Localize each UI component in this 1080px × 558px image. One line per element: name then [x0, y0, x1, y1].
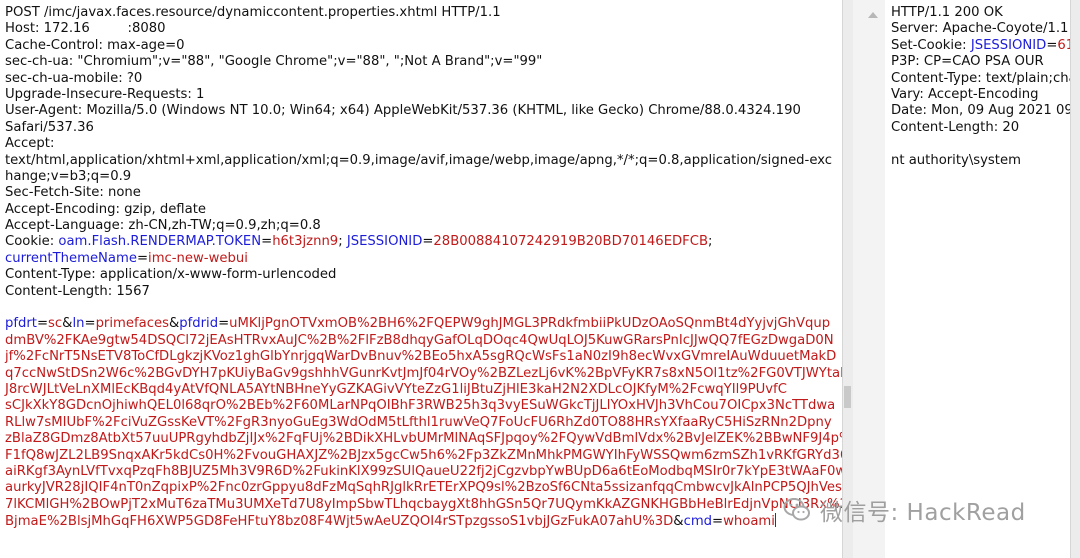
cookie-value: imc-new-webui	[148, 250, 248, 266]
param-value: BjmaE%2BlsjMhGqFH6XWP5GD8FeHFtuY8bz08F4W…	[5, 514, 674, 530]
header-sec-ch-ua-mobile: sec-ch-ua-mobile: ?0	[5, 70, 143, 86]
response-scrollbar[interactable]	[1070, 0, 1080, 558]
request-editor[interactable]: POST /imc/javax.faces.resource/dynamicco…	[0, 0, 842, 558]
header-accept: Accept:	[5, 136, 55, 152]
response-header-vary: Vary: Accept-Encoding	[891, 86, 1039, 102]
split-divider[interactable]	[853, 0, 885, 558]
header-cookie-cont: currentThemeName=imc-new-webui	[5, 251, 842, 267]
request-line: POST /imc/javax.faces.resource/dynamicco…	[5, 5, 501, 20]
body-line: jf%2FcNrT5NsETV8ToCfDLgkzjKVoz1ghGlbYnrj…	[5, 349, 837, 365]
param-value: uMKljPgnOTVxmOB%2BH6%2FQEPW9ghJMGL3PRdkf…	[229, 316, 831, 332]
body-line: sCJkXkY8GDcnOjhiwhQEL0l68qrO%2BEb%2F60ML…	[5, 398, 836, 414]
text-cursor	[774, 513, 776, 528]
param-name: cmd	[683, 514, 713, 530]
wechat-icon	[783, 498, 810, 521]
cookie-label: Cookie:	[5, 234, 59, 250]
response-header-content-type: Content-Type: text/plain;cha	[891, 70, 1077, 86]
header-cookie: Cookie: oam.Flash.RENDERMAP.TOKEN=h6t3jz…	[5, 234, 842, 250]
body-line: J8rcWJLtVeLnXMlEcKBqd4yAtVfQNLA5AYtNBHne…	[5, 381, 787, 397]
cookie-eq: =	[136, 250, 149, 266]
param-name: pfdrid	[179, 316, 219, 332]
cookie-sep: ;	[708, 234, 713, 250]
body-line: aiRKgf3AynLVfTvxqPzqFh8BJUZ5Mh3V9R6D%2Fu…	[5, 463, 842, 479]
cookie-name: JSESSIONID	[346, 234, 423, 250]
response-body: nt authority\system	[891, 152, 1021, 168]
body-line: q7ccNwStDSn2W6c%2BGvDYH7pKUiyBaGv9gshhhV…	[5, 365, 842, 381]
cookie-eq: =	[422, 234, 434, 250]
body-line: aurkyJVR28jIQIF4nT0nZqpixP%2Fnc0zrGppyu8…	[5, 480, 842, 496]
body-line: F1fQ8wJZL2LB9SnqxAKr5kdCs0H%2FvouGHAXJZ%…	[5, 447, 842, 463]
response-header-server: Server: Apache-Coyote/1.1	[891, 21, 1069, 37]
param-name: ln	[72, 316, 85, 332]
response-viewer[interactable]: HTTP/1.1 200 OK Server: Apache-Coyote/1.…	[885, 0, 1080, 558]
header-accept-value-cont: hange;v=b3;q=0.9	[5, 168, 132, 184]
response-header-date: Date: Mon, 09 Aug 2021 09:(	[891, 103, 1080, 119]
body-line: dmBV%2FKAe9gtw54DSQCl72jEAsHTRvxAuJC%2B%…	[5, 332, 834, 348]
set-cookie-label: Set-Cookie:	[891, 37, 971, 53]
body-line: RLlw7sMIUbF%2FciVuZGssKeVT%2FgR3nyoGuEg3…	[5, 414, 832, 430]
watermark-text: 微信号: HackRead	[820, 500, 1026, 526]
param-value: primefaces	[95, 316, 169, 332]
cookie-sep: ;	[338, 234, 347, 250]
cookie-name: oam.Flash.RENDERMAP.TOKEN	[58, 234, 262, 250]
chevron-up-icon[interactable]	[866, 10, 878, 20]
set-cookie-name: JSESSIONID	[970, 37, 1047, 53]
response-header-set-cookie: Set-Cookie: JSESSIONID=61F	[891, 38, 1080, 54]
header-content-type: Content-Type: application/x-www-form-url…	[5, 267, 337, 283]
header-user-agent-cont: Safari/537.36	[5, 119, 94, 135]
response-status: HTTP/1.1 200 OK	[891, 5, 1003, 20]
param-value: sc	[48, 316, 63, 332]
body-line: 7lKCMlGH%2BOwPjT2xMuT6zaTMu3UMXeTd7U8yIm…	[5, 496, 842, 512]
cookie-value: 28B00884107242919B20BD70146EDFCB	[433, 234, 709, 250]
header-accept-language: Accept-Language: zh-CN,zh-TW;q=0.9,zh;q=…	[5, 218, 321, 234]
header-sec-fetch-site: Sec-Fetch-Site: none	[5, 185, 141, 201]
header-host: Host: 172.16 :8080	[5, 21, 166, 37]
param-value: whoami	[723, 514, 775, 530]
response-header-p3p: P3P: CP=CAO PSA OUR	[891, 54, 1044, 70]
header-accept-encoding: Accept-Encoding: gzip, deflate	[5, 201, 206, 217]
response-header-content-length: Content-Length: 20	[891, 119, 1020, 135]
request-scrollbar-thumb[interactable]	[844, 386, 851, 408]
body-line: BjmaE%2BlsjMhGqFH6XWP5GD8FeHFtuY8bz08F4W…	[5, 513, 776, 530]
header-user-agent: User-Agent: Mozilla/5.0 (Windows NT 10.0…	[5, 103, 801, 119]
watermark: 微信号: HackRead	[782, 495, 1026, 526]
header-content-length: Content-Length: 1567	[5, 283, 150, 299]
cookie-eq: =	[261, 234, 273, 250]
cookie-value: h6t3jznn9	[272, 234, 339, 250]
cookie-name: currentThemeName	[5, 250, 137, 266]
header-cache-control: Cache-Control: max-age=0	[5, 37, 185, 53]
header-sec-ch-ua: sec-ch-ua: "Chromium";v="88", "Google Ch…	[5, 54, 543, 70]
header-accept-value: text/html,application/xhtml+xml,applicat…	[5, 152, 833, 168]
header-upgrade-insecure: Upgrade-Insecure-Requests: 1	[5, 86, 205, 102]
param-name: pfdrt	[5, 316, 37, 332]
body-line: pfdrt=sc&ln=primefaces&pfdrid=uMKljPgnOT…	[5, 316, 831, 332]
set-cookie-eq: =	[1046, 37, 1058, 53]
body-line: zBlaZ8GDmz8AtbXt57uuUPRgyhdbZjIJx%2FqFUj…	[5, 431, 842, 447]
